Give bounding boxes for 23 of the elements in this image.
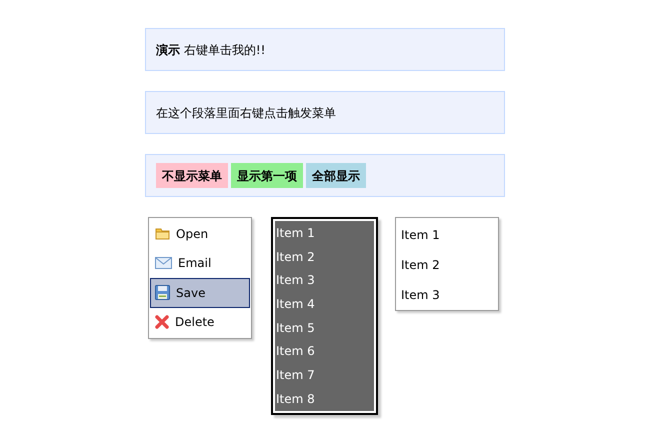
menu-item[interactable]: Open xyxy=(150,219,250,248)
envelope-icon xyxy=(155,257,172,270)
menu-item[interactable]: Save xyxy=(150,278,250,308)
menu-item[interactable]: Item 2 xyxy=(273,244,376,268)
folder-icon xyxy=(155,227,170,240)
menu-item[interactable]: Item 3 xyxy=(273,268,376,292)
menu-option-button[interactable]: 全部显示 xyxy=(306,163,366,188)
menu-item[interactable]: Item 2 xyxy=(396,249,498,279)
menu-item[interactable]: Item 3 xyxy=(396,279,498,309)
menu-item[interactable]: Email xyxy=(150,248,250,278)
menu-item[interactable]: Item 6 xyxy=(273,339,376,364)
menu-item[interactable]: Delete xyxy=(150,308,250,337)
menu-item[interactable]: Item 7 xyxy=(273,363,376,387)
menu-item[interactable]: Item 4 xyxy=(273,292,376,316)
menu-option-button[interactable]: 不显示菜单 xyxy=(156,163,228,188)
panel-text: 演示 右键单击我的!! xyxy=(156,42,266,58)
menu-item[interactable]: Item 1 xyxy=(273,221,376,245)
menu-option-button[interactable]: 显示第一项 xyxy=(231,163,303,188)
delete-icon xyxy=(155,315,169,330)
panel-text: 在这个段落里面右键点击触发菜单 xyxy=(156,104,336,122)
menu-item[interactable]: Item 5 xyxy=(273,316,376,340)
menu-item[interactable]: Item 1 xyxy=(396,219,498,249)
menu-item[interactable]: Item 8 xyxy=(273,386,376,410)
